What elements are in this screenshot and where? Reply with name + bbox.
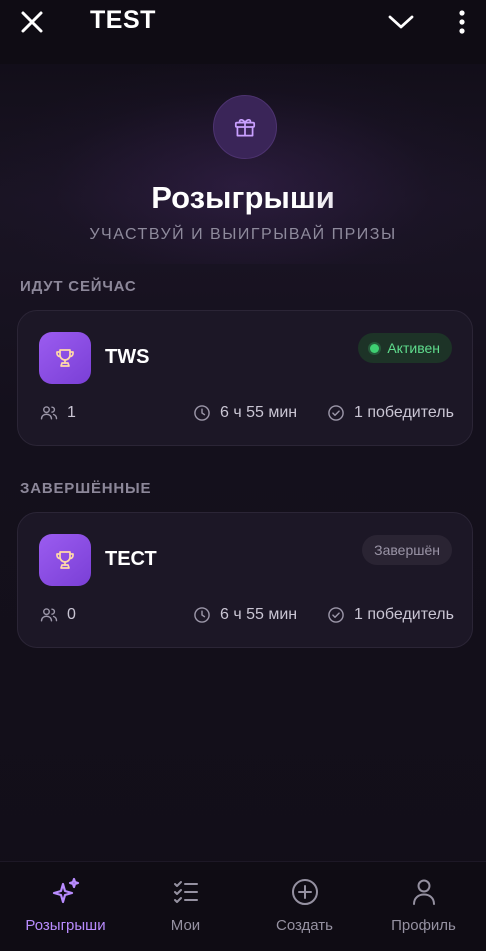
participants-value: 0 bbox=[67, 606, 76, 623]
participants-count: 1 bbox=[39, 403, 76, 423]
giveaway-card-finished[interactable]: ТЕСТ Завершён 0 6 ч 55 мин 1 победитель bbox=[17, 512, 473, 648]
sparkles-icon bbox=[52, 877, 79, 904]
giveaway-name: ТЕСТ bbox=[105, 548, 157, 570]
time-left-value: 6 ч 55 мин bbox=[220, 606, 298, 623]
nav-item-mine[interactable]: Мои bbox=[125, 862, 246, 951]
nav-item-create[interactable]: Создать bbox=[244, 862, 365, 951]
trophy-icon bbox=[56, 551, 74, 569]
status-badge-finished: Завершён bbox=[362, 535, 452, 565]
giveaway-card-active[interactable]: TWS Активен 1 6 ч 55 мин 1 победитель bbox=[17, 310, 473, 446]
status-label: Активен bbox=[387, 340, 440, 356]
top-bar: TEST bbox=[0, 0, 486, 64]
nav-item-profile[interactable]: Профиль bbox=[363, 862, 484, 951]
trophy-icon bbox=[56, 349, 74, 367]
time-left: 6 ч 55 мин bbox=[192, 605, 297, 625]
nav-label: Мои bbox=[170, 917, 201, 934]
time-left: 6 ч 55 мин bbox=[192, 403, 297, 423]
app-title: TEST bbox=[90, 6, 156, 34]
trophy-icon-tile bbox=[39, 534, 91, 586]
trophy-icon-tile bbox=[39, 332, 91, 384]
users-icon bbox=[40, 608, 58, 622]
check-circle-icon bbox=[328, 607, 344, 623]
user-icon bbox=[412, 879, 435, 905]
giveaway-name: TWS bbox=[105, 346, 150, 368]
clock-icon bbox=[194, 405, 210, 421]
participants-count: 0 bbox=[39, 605, 76, 625]
status-dot-icon bbox=[370, 343, 380, 353]
clock-icon bbox=[194, 607, 210, 623]
winners-count: 1 победитель bbox=[326, 605, 454, 625]
nav-item-giveaways[interactable]: Розыгрыши bbox=[5, 862, 126, 951]
app-root: TEST Розыгрыши УЧАСТВУЙ И ВЫИГРЫВАЙ ПРИЗ… bbox=[0, 0, 486, 951]
checklist-icon bbox=[173, 881, 198, 903]
more-options-icon[interactable] bbox=[452, 8, 472, 36]
status-badge-active: Активен bbox=[358, 333, 452, 363]
status-label: Завершён bbox=[374, 542, 440, 558]
close-icon[interactable] bbox=[18, 8, 46, 36]
users-icon bbox=[40, 406, 58, 420]
plus-circle-icon bbox=[291, 879, 318, 905]
winners-count: 1 победитель bbox=[326, 403, 454, 423]
participants-value: 1 bbox=[67, 404, 76, 421]
time-left-value: 6 ч 55 мин bbox=[220, 404, 298, 421]
nav-label: Создать bbox=[275, 917, 333, 934]
page-subtitle: УЧАСТВУЙ И ВЫИГРЫВАЙ ПРИЗЫ bbox=[89, 226, 397, 243]
gift-icon-circle bbox=[213, 95, 277, 159]
nav-label: Профиль bbox=[391, 917, 456, 934]
gift-icon bbox=[234, 118, 256, 137]
section-label-active: ИДУТ СЕЙЧАС bbox=[20, 278, 137, 295]
chevron-down-icon[interactable] bbox=[386, 9, 416, 35]
nav-label: Розыгрыши bbox=[25, 917, 106, 934]
winners-value: 1 победитель bbox=[354, 606, 454, 623]
section-label-finished: ЗАВЕРШЁННЫЕ bbox=[20, 480, 152, 497]
check-circle-icon bbox=[328, 405, 344, 421]
bottom-nav: Розыгрыши Мои Создать Профиль bbox=[0, 861, 486, 951]
winners-value: 1 победитель bbox=[354, 404, 454, 421]
page-title: Розыгрыши bbox=[0, 180, 486, 216]
